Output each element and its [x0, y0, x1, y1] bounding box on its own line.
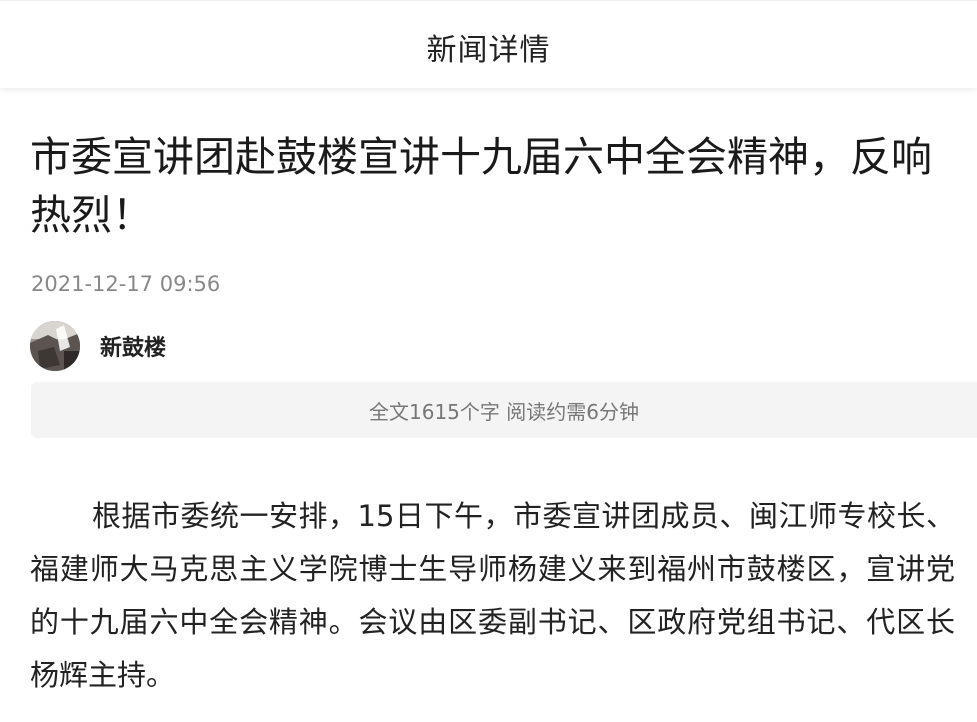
author-avatar[interactable]	[30, 321, 80, 371]
page-header-title: 新闻详情	[426, 32, 551, 68]
article-paragraph: 根据市委统一安排，15日下午，市委宣讲团成员、闽江师专校长、福建师大马克思主义学…	[30, 499, 955, 692]
author-name[interactable]: 新鼓楼	[100, 330, 166, 362]
avatar-image	[30, 321, 80, 371]
reading-time-banner: 全文1615个字 阅读约需6分钟	[31, 382, 977, 438]
author-row[interactable]: 新鼓楼	[30, 320, 166, 372]
top-nav-bar: 新闻详情	[0, 0, 977, 88]
publish-date: 2021-12-17 09:56	[31, 272, 221, 296]
article-title: 市委宣讲团赴鼓楼宣讲十九届六中全会精神，反响热烈！	[30, 133, 932, 239]
